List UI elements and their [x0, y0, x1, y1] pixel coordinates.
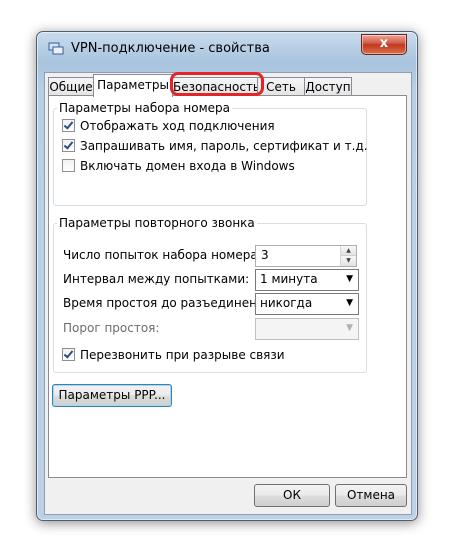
close-button[interactable]: x — [361, 34, 407, 55]
dialog-client-area: Общие Параметры Безопасность Сеть Доступ… — [44, 72, 412, 515]
redial-options-title: Параметры повторного звонка — [57, 216, 257, 230]
tab-page-parameters: Параметры набора номера Отображать ход п… — [48, 95, 407, 478]
window-title: VPN-подключение - свойства — [71, 41, 270, 56]
dropdown-arrow-icon: ▼ — [346, 298, 353, 308]
idle-threshold-select[interactable]: ▼ — [255, 318, 359, 340]
security-tab-highlight — [170, 72, 264, 96]
show-progress-checkbox[interactable] — [62, 119, 75, 132]
redial-interval-value: 1 минута — [260, 272, 318, 286]
tab-parameters[interactable]: Параметры — [93, 74, 173, 97]
include-domain-label: Включать домен входа в Windows — [80, 159, 295, 173]
idle-time-label: Время простоя до разъединения: — [63, 296, 276, 310]
prompt-credentials-checkbox[interactable] — [62, 139, 75, 152]
dropdown-arrow-icon: ▼ — [346, 323, 353, 333]
dropdown-arrow-icon: ▼ — [346, 274, 353, 284]
idle-threshold-label: Порог простоя: — [63, 321, 160, 335]
ok-button[interactable]: ОК — [254, 484, 330, 507]
stepper-up-icon[interactable]: ▲ — [341, 246, 356, 256]
include-domain-option[interactable]: Включать домен входа в Windows — [62, 158, 295, 174]
show-progress-label: Отображать ход подключения — [80, 119, 275, 133]
redial-interval-select[interactable]: 1 минута ▼ — [255, 269, 359, 291]
tab-access[interactable]: Доступ — [304, 77, 352, 96]
tab-general[interactable]: Общие — [48, 77, 94, 96]
redial-on-drop-checkbox[interactable] — [62, 348, 75, 361]
cancel-button[interactable]: Отмена — [335, 484, 407, 507]
redial-on-drop-label: Перезвонить при разрыве связи — [80, 348, 285, 362]
dialing-options-title: Параметры набора номера — [57, 101, 232, 115]
show-progress-option[interactable]: Отображать ход подключения — [62, 118, 275, 134]
network-connection-icon — [48, 42, 64, 55]
properties-window: VPN-подключение - свойства x Общие Парам… — [36, 31, 418, 521]
ppp-settings-button[interactable]: Параметры PPP... — [52, 384, 172, 407]
prompt-credentials-option[interactable]: Запрашивать имя, пароль, сертификат и т.… — [62, 138, 368, 154]
redial-attempts-value: 3 — [261, 248, 269, 262]
prompt-credentials-label: Запрашивать имя, пароль, сертификат и т.… — [80, 139, 368, 153]
redial-on-drop-option[interactable]: Перезвонить при разрыве связи — [62, 347, 285, 363]
redial-attempts-stepper[interactable]: 3 ▲ ▼ — [255, 245, 357, 267]
idle-time-select[interactable]: никогда ▼ — [255, 293, 359, 315]
stepper-down-icon[interactable]: ▼ — [341, 256, 356, 266]
tab-network[interactable]: Сеть — [257, 77, 305, 96]
include-domain-checkbox[interactable] — [62, 159, 75, 172]
redial-attempts-label: Число попыток набора номера: — [63, 248, 262, 262]
idle-time-value: никогда — [260, 296, 313, 310]
redial-interval-label: Интервал между попытками: — [63, 272, 250, 286]
